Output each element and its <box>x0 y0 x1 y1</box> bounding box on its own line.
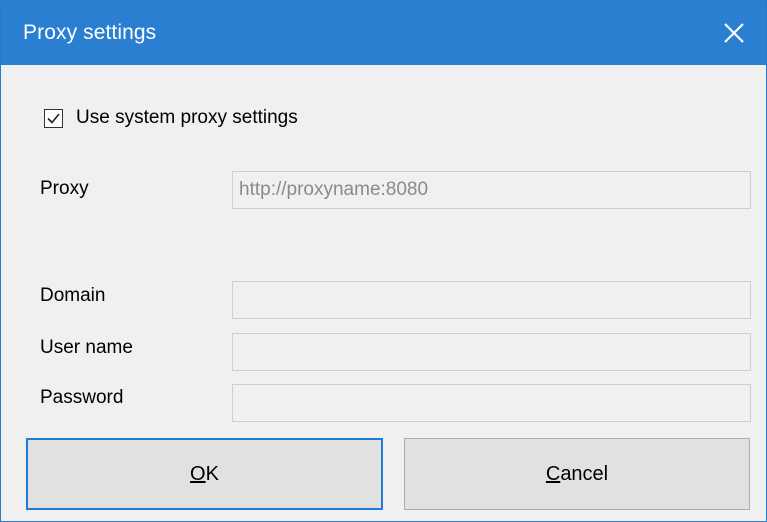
ok-button[interactable]: OK <box>26 438 383 510</box>
proxy-settings-dialog: Proxy settings Use system proxy settings… <box>0 0 767 522</box>
window-title: Proxy settings <box>23 21 157 44</box>
domain-input[interactable] <box>232 281 751 319</box>
checkmark-icon <box>47 112 60 124</box>
checkbox-box[interactable] <box>44 108 63 128</box>
username-input[interactable] <box>232 333 751 371</box>
username-label: User name <box>40 337 133 358</box>
password-input[interactable] <box>232 384 751 422</box>
close-icon <box>724 23 744 43</box>
cancel-button[interactable]: Cancel <box>404 438 750 510</box>
password-label: Password <box>40 387 124 408</box>
use-system-proxy-checkbox[interactable]: Use system proxy settings <box>44 105 298 131</box>
title-bar: Proxy settings <box>1 1 766 65</box>
domain-label: Domain <box>40 285 106 306</box>
cancel-mnemonic: C <box>545 462 561 485</box>
proxy-input[interactable] <box>232 171 751 209</box>
ok-mnemonic: O <box>190 462 206 485</box>
close-button[interactable] <box>702 1 766 65</box>
proxy-label: Proxy <box>40 178 89 199</box>
use-system-proxy-label: Use system proxy settings <box>76 107 298 128</box>
cancel-label-rest: ancel <box>560 462 609 485</box>
ok-label-rest: K <box>205 462 219 485</box>
